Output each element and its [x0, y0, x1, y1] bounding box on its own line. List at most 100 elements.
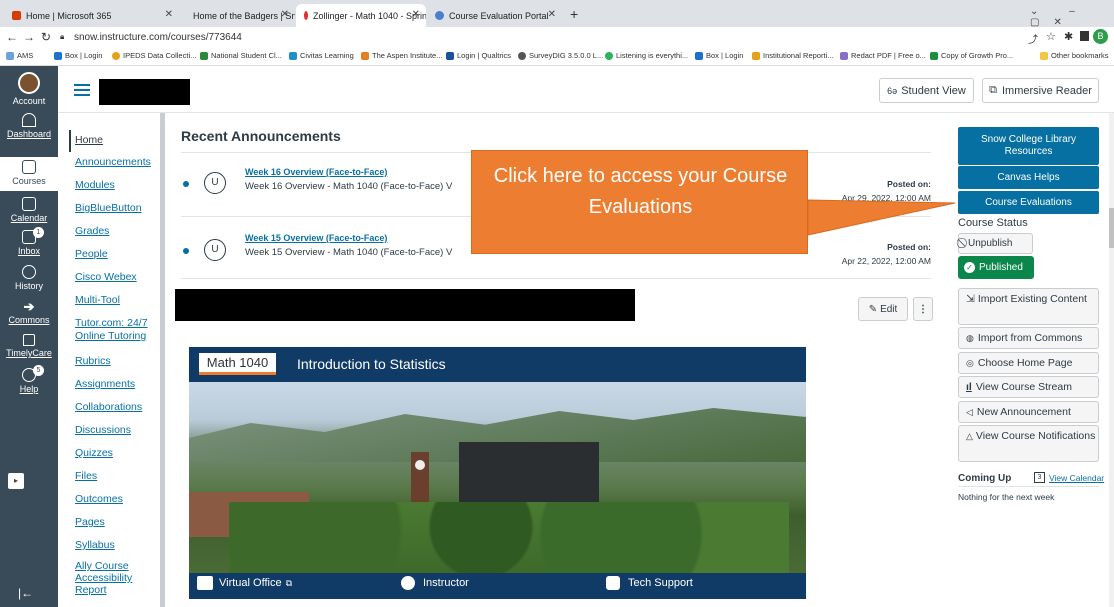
- course-nav-grades[interactable]: Grades: [75, 225, 109, 237]
- view-course-stream-button[interactable]: ıl View Course Stream: [958, 376, 1099, 398]
- global-nav-commons[interactable]: ➔ Commons: [0, 299, 58, 325]
- import-from-commons-button[interactable]: ◍ Import from Commons: [958, 327, 1099, 349]
- close-tab-icon[interactable]: ✕: [165, 9, 173, 20]
- new-tab-button[interactable]: +: [570, 6, 578, 22]
- course-nav-collaborations[interactable]: Collaborations: [75, 401, 142, 413]
- bookmark-item[interactable]: Institutional Reporti...: [752, 51, 833, 60]
- nothing-upcoming-text: Nothing for the next week: [958, 492, 1055, 502]
- bookmark-item[interactable]: AMS: [6, 51, 33, 60]
- page-scroll-thumb[interactable]: [1109, 208, 1114, 248]
- sidepanel-icon[interactable]: [1080, 31, 1089, 41]
- profile-avatar[interactable]: B: [1093, 29, 1108, 44]
- canvas-helps-button[interactable]: Canvas Helps: [958, 166, 1099, 189]
- global-nav-timelycare[interactable]: TimelyCare: [0, 334, 58, 358]
- browser-tab[interactable]: Home of the Badgers | Snow Col✕: [180, 4, 295, 27]
- window-controls[interactable]: ⌄ –▢✕: [1030, 6, 1114, 28]
- published-button[interactable]: ✓ Published: [958, 256, 1034, 279]
- close-tab-icon[interactable]: ✕: [412, 9, 420, 20]
- global-nav-calendar[interactable]: Calendar: [0, 197, 58, 223]
- course-banner: Math 1040 Introduction to Statistics Vir…: [189, 347, 806, 599]
- edit-button[interactable]: ✎ Edit: [858, 297, 908, 321]
- other-bookmarks[interactable]: Other bookmarks: [1040, 51, 1109, 60]
- student-view-button[interactable]: 6ǝ Student View: [879, 78, 974, 103]
- announcement-divider: [181, 278, 931, 279]
- global-nav-dashboard[interactable]: Dashboard: [0, 113, 58, 139]
- global-nav-help[interactable]: Help 5: [0, 365, 58, 394]
- nsc-icon: [200, 51, 208, 60]
- bookmark-item[interactable]: Copy of Growth Pro...: [930, 51, 1013, 60]
- course-nav-announcements[interactable]: Announcements: [75, 156, 151, 168]
- bookmark-item[interactable]: IPEDS Data Collecti...: [112, 51, 196, 60]
- course-nav-rubrics[interactable]: Rubrics: [75, 355, 111, 367]
- announcement-title[interactable]: Week 15 Overview (Face-to-Face): [245, 233, 387, 243]
- course-nav-discussions[interactable]: Discussions: [75, 424, 131, 436]
- bookmark-item[interactable]: Login | Qualtrics: [446, 51, 511, 60]
- collapse-nav-button[interactable]: |←: [18, 586, 33, 600]
- view-calendar-link[interactable]: View Calendar: [1049, 473, 1104, 483]
- course-nav-people[interactable]: People: [75, 248, 108, 260]
- global-nav-inbox[interactable]: Inbox 1: [0, 227, 58, 256]
- course-nav-outcomes[interactable]: Outcomes: [75, 493, 123, 505]
- course-evaluations-button[interactable]: Course Evaluations: [958, 191, 1099, 214]
- extensions-icon[interactable]: ✱: [1064, 30, 1073, 43]
- forward-icon[interactable]: →: [23, 30, 35, 44]
- bookmark-item[interactable]: Box | Login: [54, 51, 102, 60]
- bookmark-item[interactable]: Redact PDF | Free o...: [840, 51, 926, 60]
- target-icon: ◎: [966, 357, 974, 368]
- course-nav-modules[interactable]: Modules: [75, 179, 115, 191]
- choose-home-page-button[interactable]: ◎ Choose Home Page: [958, 352, 1099, 374]
- back-icon[interactable]: ←: [6, 30, 18, 44]
- banner-link-instructor[interactable]: Instructor: [401, 576, 469, 590]
- close-tab-icon[interactable]: ✕: [548, 9, 556, 20]
- close-tab-icon[interactable]: ✕: [281, 9, 289, 20]
- course-nav-pages[interactable]: Pages: [75, 516, 105, 528]
- course-nav-home[interactable]: Home: [75, 134, 103, 146]
- course-nav-ally-report[interactable]: Ally Course Accessibility Report: [75, 560, 157, 596]
- browser-tab[interactable]: Course Evaluation Portal ✕: [427, 4, 562, 27]
- course-evaluations-callout: Click here to access your Course Evaluat…: [471, 150, 808, 254]
- share-icon[interactable]: ⤴: [1028, 31, 1038, 46]
- tech-support-icon: [606, 576, 620, 590]
- coming-up-heading: Coming Up: [958, 473, 1012, 484]
- course-nav-quizzes[interactable]: Quizzes: [75, 447, 113, 459]
- global-nav-courses[interactable]: Courses: [0, 157, 58, 191]
- star-icon[interactable]: ☆: [1046, 30, 1056, 43]
- course-nav-cisco-webex[interactable]: Cisco Webex: [75, 271, 137, 283]
- globe-icon: [518, 51, 526, 60]
- import-icon: ⇲: [966, 293, 975, 305]
- new-announcement-button[interactable]: ◁ New Announcement: [958, 401, 1099, 423]
- unpublish-button[interactable]: ⃠Unpublish: [958, 233, 1033, 254]
- announcement-title[interactable]: Week 16 Overview (Face-to-Face): [245, 167, 387, 177]
- global-nav-history[interactable]: History: [0, 265, 58, 291]
- immersive-reader-button[interactable]: ⧉ Immersive Reader: [982, 78, 1099, 103]
- course-nav-assignments[interactable]: Assignments: [75, 378, 135, 390]
- page-scrollbar[interactable]: [1109, 113, 1114, 607]
- course-nav-scrollbar[interactable]: [160, 113, 165, 607]
- import-existing-content-button[interactable]: ⇲ Import Existing Content: [958, 288, 1099, 325]
- course-nav-bigbluebutton[interactable]: BigBlueButton: [75, 202, 142, 214]
- browser-tab-active[interactable]: Zollinger - Math 1040 - Spring 2✕: [296, 4, 426, 27]
- megaphone-icon: ◁: [966, 406, 973, 417]
- bookmark-item[interactable]: The Aspen Institute...: [361, 51, 442, 60]
- banner-link-virtual-office[interactable]: Virtual Office ⧉: [197, 576, 292, 590]
- url-field[interactable]: snow.instructure.com/courses/773644: [74, 32, 242, 43]
- library-resources-button[interactable]: Snow College Library Resources: [958, 127, 1099, 165]
- course-nav-syllabus[interactable]: Syllabus: [75, 539, 115, 551]
- browser-tab[interactable]: Home | Microsoft 365 ✕: [4, 4, 179, 27]
- global-navigation: Account Dashboard Courses Calendar Inbox…: [0, 66, 58, 607]
- unread-dot: [183, 248, 189, 254]
- more-options-button[interactable]: ⋮: [913, 297, 933, 321]
- bookmark-item[interactable]: SurveyDIG 3.5.0.0 L...: [518, 51, 603, 60]
- banner-link-tech-support[interactable]: Tech Support: [606, 576, 693, 590]
- bookmark-item[interactable]: Listening is everythi...: [605, 51, 688, 60]
- bookmark-item[interactable]: National Student Cl...: [200, 51, 282, 60]
- reload-icon[interactable]: ↻: [41, 30, 51, 44]
- bookmark-item[interactable]: Civitas Learning: [289, 51, 354, 60]
- bookmark-item[interactable]: Box | Login: [695, 51, 743, 60]
- course-nav-files[interactable]: Files: [75, 470, 97, 482]
- expand-nav-button[interactable]: ▸: [8, 473, 24, 489]
- global-nav-account[interactable]: Account: [0, 72, 58, 106]
- course-nav-multi-tool[interactable]: Multi-Tool: [75, 294, 120, 306]
- course-nav-tutor[interactable]: Tutor.com: 24/7 Online Tutoring: [75, 317, 157, 343]
- view-course-notifications-button[interactable]: △ View Course Notifications: [958, 425, 1099, 462]
